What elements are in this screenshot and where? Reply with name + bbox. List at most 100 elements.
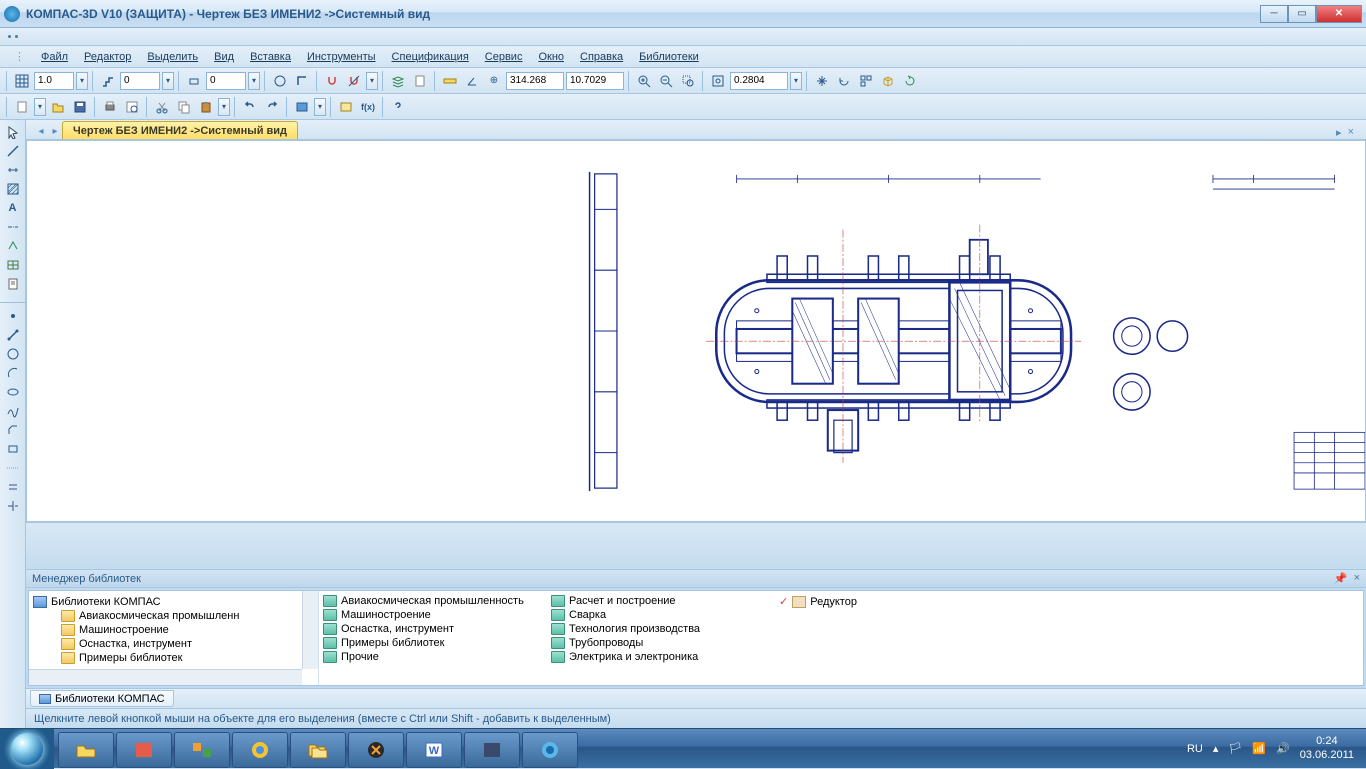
task-app1[interactable] <box>116 732 172 768</box>
lib-item[interactable]: Трубопроводы <box>551 637 771 649</box>
fx-icon[interactable]: f(x) <box>358 97 378 117</box>
task-folders[interactable] <box>290 732 346 768</box>
dim-icon[interactable] <box>4 162 22 178</box>
spline-icon[interactable] <box>4 403 22 419</box>
bottom-tab-libs[interactable]: Библиотеки КОМПАС <box>30 690 174 707</box>
tab-nav-icon[interactable]: ▸ <box>1336 126 1342 139</box>
snap1-icon[interactable] <box>322 71 342 91</box>
pointer-icon[interactable] <box>4 124 22 140</box>
tab-next[interactable]: ▸ <box>48 123 62 139</box>
views-icon[interactable] <box>856 71 876 91</box>
network-icon[interactable]: 📶 <box>1252 742 1266 755</box>
menu-window[interactable]: Окно <box>532 49 570 65</box>
preview-icon[interactable] <box>122 97 142 117</box>
ruler-icon[interactable] <box>440 71 460 91</box>
text-icon[interactable]: A <box>4 200 22 216</box>
scale-input[interactable] <box>34 72 74 90</box>
ortho-icon[interactable] <box>292 71 312 91</box>
close-button[interactable]: ✕ <box>1316 5 1362 23</box>
seg-icon[interactable] <box>4 327 22 343</box>
sound-icon[interactable]: 🔊 <box>1276 742 1290 755</box>
maximize-button[interactable]: ▭ <box>1288 5 1316 23</box>
menu-libs[interactable]: Библиотеки <box>633 49 705 65</box>
line-icon[interactable] <box>4 143 22 159</box>
step-dropdown[interactable]: ▾ <box>162 72 174 90</box>
undo-icon[interactable] <box>240 97 260 117</box>
circle2-icon[interactable] <box>4 346 22 362</box>
arc-icon[interactable] <box>4 365 22 381</box>
var-icon[interactable] <box>336 97 356 117</box>
lib-item[interactable]: Расчет и построение <box>551 595 771 607</box>
new-icon[interactable] <box>12 97 32 117</box>
style-dropdown[interactable]: ▾ <box>248 72 260 90</box>
style-input[interactable] <box>206 72 246 90</box>
lib-item-reducer[interactable]: ✓Редуктор <box>779 595 999 608</box>
print-icon[interactable] <box>100 97 120 117</box>
style-icon[interactable] <box>184 71 204 91</box>
coord-x-input[interactable] <box>506 72 564 90</box>
lib-item[interactable]: Авиакосмическая промышленность <box>323 595 543 607</box>
zoom-in-icon[interactable] <box>634 71 654 91</box>
hatch-icon[interactable] <box>4 181 22 197</box>
zoom-out-icon[interactable] <box>656 71 676 91</box>
circle-icon[interactable] <box>270 71 290 91</box>
step-input[interactable] <box>120 72 160 90</box>
document-tab[interactable]: Чертеж БЕЗ ИМЕНИ2 ->Системный вид <box>62 121 298 139</box>
doc-icon[interactable] <box>410 71 430 91</box>
paste-icon[interactable] <box>196 97 216 117</box>
trim-icon[interactable] <box>4 498 22 514</box>
rough-icon[interactable] <box>4 238 22 254</box>
lib-item[interactable]: Технология производства <box>551 623 771 635</box>
scale-dropdown[interactable]: ▾ <box>76 72 88 90</box>
chamfer-icon[interactable] <box>4 422 22 438</box>
angle-icon[interactable] <box>462 71 482 91</box>
lib-item[interactable]: Электрика и электроника <box>551 651 771 663</box>
menu-file[interactable]: Файл <box>35 49 74 65</box>
snap2-icon[interactable] <box>344 71 364 91</box>
menu-spec[interactable]: Спецификация <box>386 49 475 65</box>
lib-item[interactable]: Примеры библиотек <box>323 637 543 649</box>
menu-help[interactable]: Справка <box>574 49 629 65</box>
pan-icon[interactable] <box>812 71 832 91</box>
axis-icon[interactable] <box>4 219 22 235</box>
task-kompas[interactable] <box>522 732 578 768</box>
panel-close-icon[interactable]: × <box>1354 572 1360 585</box>
save-icon[interactable] <box>70 97 90 117</box>
step-icon[interactable] <box>98 71 118 91</box>
open-icon[interactable] <box>48 97 68 117</box>
view3d-icon[interactable] <box>878 71 898 91</box>
task-explorer[interactable] <box>58 732 114 768</box>
point-icon[interactable] <box>4 308 22 324</box>
help-icon[interactable] <box>388 97 408 117</box>
zoom-dropdown[interactable]: ▾ <box>790 72 802 90</box>
cut-icon[interactable] <box>152 97 172 117</box>
tab-prev[interactable]: ◂ <box>34 123 48 139</box>
layers-icon[interactable] <box>388 71 408 91</box>
library-tree[interactable]: Библиотеки КОМПАС Авиакосмическая промыш… <box>29 591 319 685</box>
menu-tools[interactable]: Инструменты <box>301 49 382 65</box>
coord-y-input[interactable] <box>566 72 624 90</box>
task-word[interactable]: W <box>406 732 462 768</box>
menu-insert[interactable]: Вставка <box>244 49 297 65</box>
zoom-window-icon[interactable] <box>678 71 698 91</box>
clock[interactable]: 0:24 03.06.2011 <box>1300 735 1354 761</box>
tray-up-icon[interactable]: ▴ <box>1213 742 1219 755</box>
menu-view[interactable]: Вид <box>208 49 240 65</box>
refresh-icon[interactable] <box>900 71 920 91</box>
offset-icon[interactable] <box>4 479 22 495</box>
paste-dropdown[interactable]: ▾ <box>218 98 230 116</box>
vscrollbar[interactable] <box>302 591 318 669</box>
minimize-button[interactable]: ─ <box>1260 5 1288 23</box>
pin-icon[interactable]: 📌 <box>1334 572 1348 585</box>
hscrollbar[interactable] <box>29 669 302 685</box>
menu-select[interactable]: Выделить <box>141 49 204 65</box>
tab-close-icon[interactable]: × <box>1348 126 1354 139</box>
spec-icon[interactable] <box>4 276 22 292</box>
new-dropdown[interactable]: ▾ <box>34 98 46 116</box>
snap-dropdown[interactable]: ▾ <box>366 72 378 90</box>
aux-icon[interactable] <box>4 460 22 476</box>
zoom-fit-icon[interactable] <box>708 71 728 91</box>
task-app3[interactable] <box>348 732 404 768</box>
ellipse-icon[interactable] <box>4 384 22 400</box>
flag-icon[interactable]: 🏳 <box>1228 742 1242 755</box>
